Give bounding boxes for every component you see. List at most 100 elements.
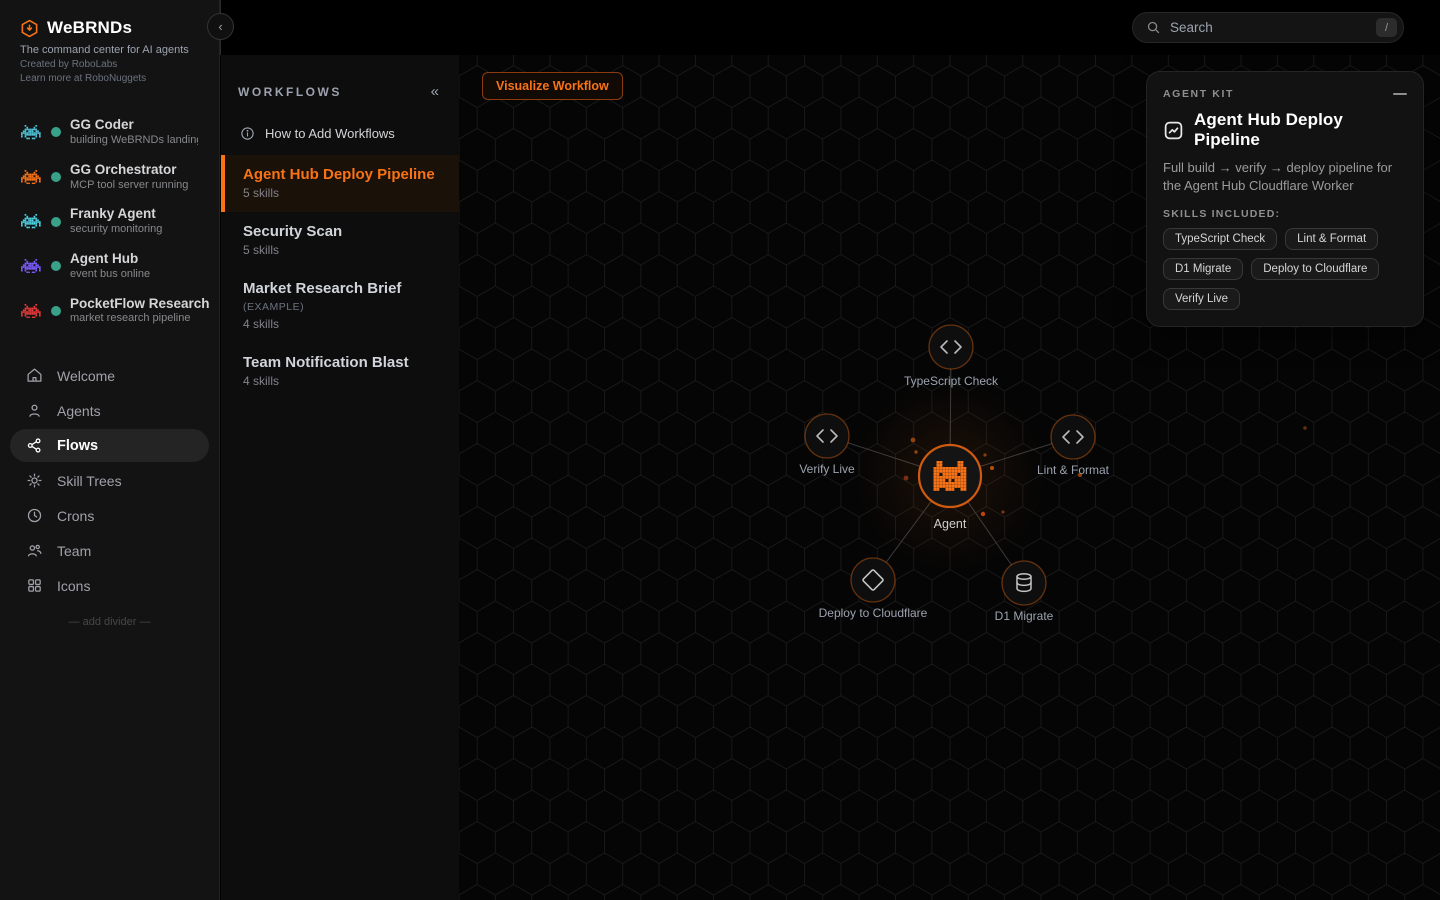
nav-label: Crons <box>57 508 94 524</box>
node-label: Deploy to Cloudflare <box>819 606 928 620</box>
agent-row-franky-agent[interactable]: Franky Agent security monitoring <box>0 199 219 244</box>
sidebar-collapse-button[interactable]: ‹ <box>207 13 234 40</box>
sidebar-item-icons[interactable]: Icons <box>10 569 209 602</box>
workflows-panel: WORKFLOWS « How to Add Workflows Agent H… <box>221 55 459 900</box>
skill-chip[interactable]: Verify Live <box>1163 288 1240 310</box>
agent-status: market research pipeline <box>70 312 198 326</box>
workflow-skill-count: 5 skills <box>243 243 443 257</box>
agent-kit-label: AGENT KIT <box>1163 88 1234 100</box>
agent-name: GG Coder <box>70 117 198 134</box>
agent-name: Franky Agent <box>70 206 162 223</box>
agent-row-agent-hub[interactable]: Agent Hub event bus online <box>0 244 219 289</box>
brand-tagline: The command center for AI agents <box>20 44 219 56</box>
agent-status: building WeBRNDs landing p… <box>70 134 198 148</box>
users-icon <box>26 542 43 559</box>
agent-kit-title: Agent Hub Deploy Pipeline <box>1194 110 1407 150</box>
skill-node-deploy-to-cloudflare[interactable]: Deploy to Cloudflare <box>819 558 928 620</box>
chart-icon <box>1163 120 1184 141</box>
shortcut-key-badge: / <box>1376 18 1397 37</box>
nav-label: Icons <box>57 578 90 594</box>
how-to-add-workflows-link[interactable]: How to Add Workflows <box>221 100 459 155</box>
workflow-skill-count: 4 skills <box>243 374 443 388</box>
node-label: TypeScript Check <box>904 374 999 388</box>
nav-label: Skill Trees <box>57 473 122 489</box>
sidebar-item-crons[interactable]: Crons <box>10 499 209 532</box>
sidebar-nav: Welcome Agents Flows Skill Trees Crons <box>0 359 219 602</box>
brand-learn-more[interactable]: Learn more at RoboNuggets <box>20 73 219 84</box>
share-network-icon <box>26 437 43 454</box>
sidebar-item-team[interactable]: Team <box>10 534 209 567</box>
invader-icon <box>20 170 42 184</box>
agent-name: GG Orchestrator <box>70 162 188 179</box>
add-divider-action[interactable]: — add divider — <box>0 616 219 628</box>
skill-chip[interactable]: TypeScript Check <box>1163 228 1277 250</box>
agent-name: PocketFlow Research <box>70 296 210 313</box>
status-dot <box>51 261 61 271</box>
node-label: Lint & Format <box>1037 463 1110 477</box>
agent-status: MCP tool server running <box>70 179 188 193</box>
agent-status: security monitoring <box>70 223 162 237</box>
sidebar-item-welcome[interactable]: Welcome <box>10 359 209 392</box>
workflow-item-agent-hub-deploy-pipeline[interactable]: Agent Hub Deploy Pipeline 5 skills <box>221 155 459 212</box>
panel-collapse-icon[interactable]: « <box>431 83 439 100</box>
workflow-title: Team Notification Blast <box>243 354 443 371</box>
invader-icon <box>20 304 42 318</box>
nav-label: Flows <box>57 438 98 454</box>
agent-list: GG Coder building WeBRNDs landing p… GG … <box>0 110 219 333</box>
agent-kit-card: AGENT KIT Agent Hub Deploy Pipeline Full… <box>1146 71 1424 327</box>
search-input[interactable] <box>1170 20 1367 35</box>
skill-chip[interactable]: Deploy to Cloudflare <box>1251 258 1379 280</box>
node-label: D1 Migrate <box>995 609 1054 623</box>
help-label: How to Add Workflows <box>265 126 395 141</box>
nav-label: Agents <box>57 403 101 419</box>
agent-status: event bus online <box>70 268 150 282</box>
sidebar-item-skill-trees[interactable]: Skill Trees <box>10 464 209 497</box>
skill-node-verify-live[interactable]: Verify Live <box>799 414 855 476</box>
workflow-skill-count: 4 skills <box>243 317 443 331</box>
agent-kit-description: Full build → verify → deploy pipeline fo… <box>1163 159 1407 196</box>
workflow-canvas[interactable]: TypeScript Check Lint & Format Verify Li… <box>459 55 1440 900</box>
workflow-skill-count: 5 skills <box>243 186 443 200</box>
status-dot <box>51 172 61 182</box>
skill-chip[interactable]: Lint & Format <box>1285 228 1378 250</box>
clock-icon <box>26 507 43 524</box>
info-icon <box>240 126 255 141</box>
sidebar: WeBRNDs The command center for AI agents… <box>0 0 220 900</box>
workflow-title: Security Scan <box>243 223 443 240</box>
workflow-title: Market Research Brief (EXAMPLE) <box>243 280 443 314</box>
skills-included-label: SKILLS INCLUDED: <box>1163 208 1407 220</box>
node-label: Verify Live <box>799 462 855 476</box>
invader-icon <box>20 125 42 139</box>
sidebar-item-flows[interactable]: Flows <box>10 429 209 462</box>
skill-chip[interactable]: D1 Migrate <box>1163 258 1243 280</box>
sidebar-item-agents[interactable]: Agents <box>10 394 209 427</box>
minimize-icon[interactable] <box>1393 93 1407 95</box>
invader-icon <box>20 259 42 273</box>
sun-icon <box>26 472 43 489</box>
visualize-workflow-button[interactable]: Visualize Workflow <box>482 72 623 100</box>
example-tag: (EXAMPLE) <box>243 301 304 313</box>
status-dot <box>51 127 61 137</box>
skill-node-d1-migrate[interactable]: D1 Migrate <box>995 561 1054 623</box>
agent-row-pocketflow-research[interactable]: PocketFlow Research market research pipe… <box>0 289 219 334</box>
nav-label: Team <box>57 543 91 559</box>
agent-name: Agent Hub <box>70 251 150 268</box>
agent-row-gg-coder[interactable]: GG Coder building WeBRNDs landing p… <box>0 110 219 155</box>
status-dot <box>51 217 61 227</box>
agent-row-gg-orchestrator[interactable]: GG Orchestrator MCP tool server running <box>0 155 219 200</box>
workflow-title: Agent Hub Deploy Pipeline <box>243 166 443 183</box>
workflows-header: WORKFLOWS <box>238 85 342 99</box>
workflow-item-security-scan[interactable]: Security Scan 5 skills <box>221 212 459 269</box>
brand-block: WeBRNDs The command center for AI agents… <box>0 0 219 84</box>
center-node-label: Agent <box>934 517 967 531</box>
skill-chips: TypeScript Check Lint & Format D1 Migrat… <box>1163 228 1407 310</box>
workflow-item-market-research-brief[interactable]: Market Research Brief (EXAMPLE) 4 skills <box>221 269 459 343</box>
workflow-item-team-notification-blast[interactable]: Team Notification Blast 4 skills <box>221 343 459 400</box>
skill-node-lint-format[interactable]: Lint & Format <box>1037 415 1110 477</box>
chevron-left-icon: ‹ <box>218 19 222 34</box>
status-dot <box>51 306 61 316</box>
search-icon <box>1146 20 1161 35</box>
invader-icon <box>20 214 42 228</box>
search-bar: / <box>1132 12 1404 43</box>
user-icon <box>26 402 43 419</box>
